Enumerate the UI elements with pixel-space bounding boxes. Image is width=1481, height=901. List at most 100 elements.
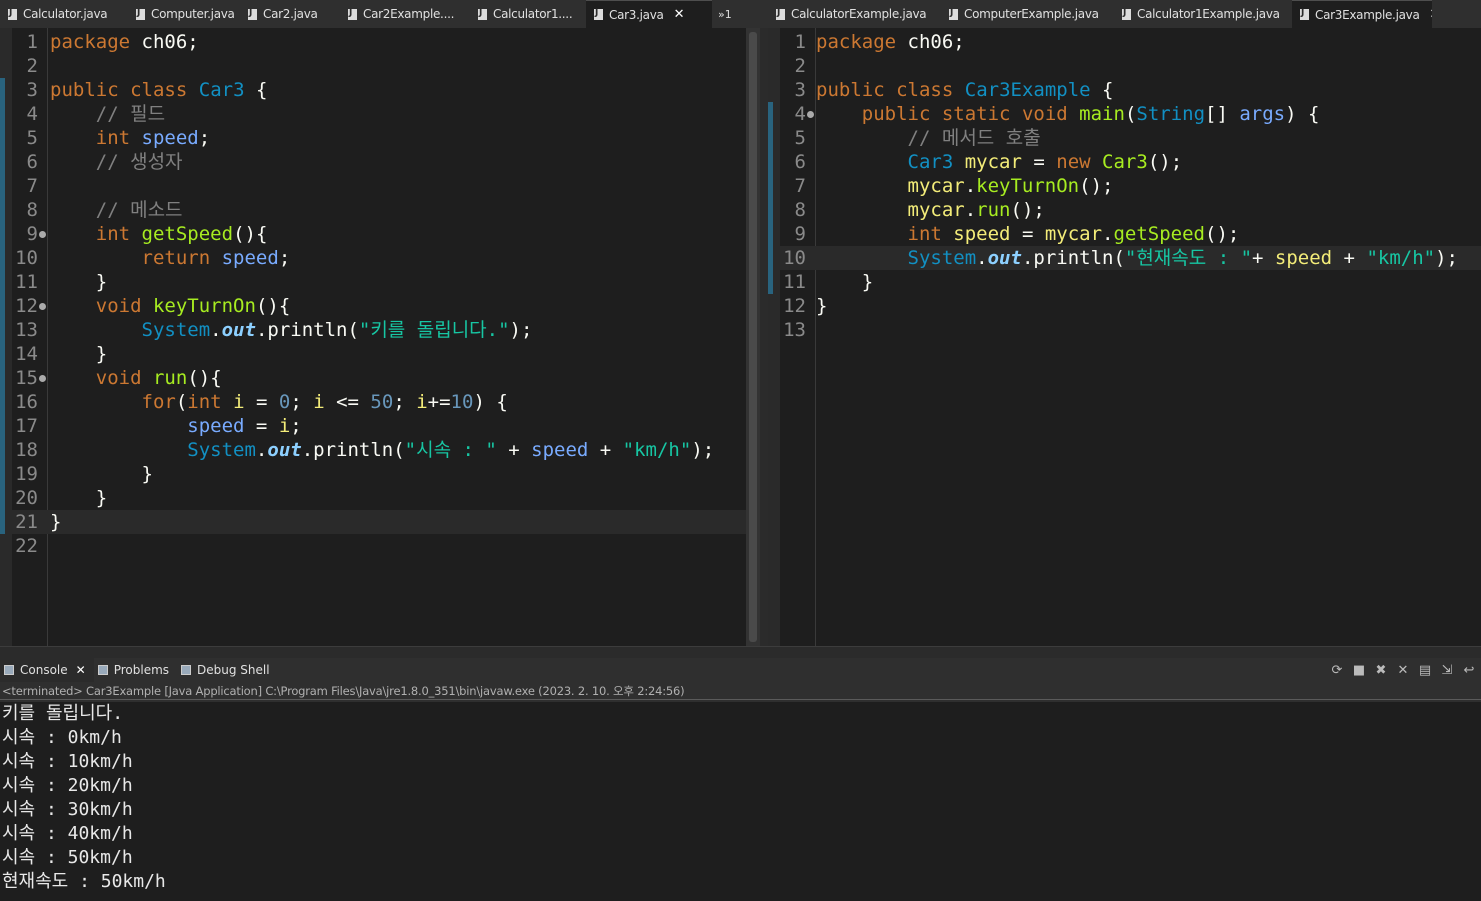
code-token: Car3Example <box>964 79 1091 101</box>
scroll-lock-icon[interactable]: ⇲ <box>1439 663 1455 678</box>
code-token: public <box>816 79 885 101</box>
editor-tab[interactable]: Calculator1Example.java <box>1114 0 1292 28</box>
fold-marker-icon[interactable] <box>39 231 46 238</box>
left-code-editor[interactable]: 1 package ch06; 2 3 public class Car3 {4 // … <box>0 28 746 646</box>
code-token: } <box>816 295 828 317</box>
left-editor-scrollbar[interactable] <box>746 28 760 646</box>
code-token: ch06; <box>896 31 965 53</box>
remove-launch-icon[interactable]: ✖ <box>1373 663 1389 678</box>
editor-splitter[interactable] <box>760 28 768 646</box>
code-token: // 생성자 <box>95 151 183 173</box>
clear-console-icon[interactable]: ▤ <box>1417 663 1433 678</box>
console-output-line: 시속 : 20km/h <box>2 775 133 796</box>
code-text: // 메소드 <box>50 198 183 222</box>
console-tab[interactable]: Debug Shell <box>177 658 278 682</box>
code-token: out <box>987 247 1022 269</box>
line-number: 1 <box>26 31 38 53</box>
close-icon[interactable]: ✕ <box>1430 7 1432 22</box>
code-token: .println( <box>255 319 359 341</box>
line-number: 20 <box>15 487 38 509</box>
code-token: ch06; <box>130 31 199 53</box>
editor-tab[interactable]: Computer.java <box>128 0 240 28</box>
code-text: mycar.keyTurnOn(); <box>816 174 1114 198</box>
code-token: (){ <box>187 367 222 389</box>
code-token: args <box>1239 103 1286 125</box>
code-line: 6 // 생성자 <box>0 150 746 174</box>
console-output[interactable]: 키를 돌립니다. 시속 : 0km/h 시속 : 10km/h 시속 : 20km/h… <box>0 702 1481 901</box>
line-number: 2 <box>26 55 38 77</box>
code-line: 5 int speed; <box>0 126 746 150</box>
line-number: 11 <box>15 271 38 293</box>
code-token: System <box>141 319 211 341</box>
code-token: "km/h" <box>622 439 692 461</box>
code-line: 12 void keyTurnOn(){ <box>0 294 746 318</box>
fold-marker-icon[interactable] <box>39 303 46 310</box>
code-token: speed <box>221 247 279 269</box>
left-scroll-thumb[interactable] <box>749 32 757 642</box>
code-token: // 필드 <box>95 103 166 125</box>
code-token: i <box>313 391 325 413</box>
code-token: int <box>187 391 222 413</box>
console-output-line: 시속 : 10km/h <box>2 751 133 772</box>
editor-tab[interactable]: Car2Example.... <box>340 0 470 28</box>
refresh-icon[interactable]: ⟳ <box>1329 663 1345 678</box>
code-token: speed <box>1274 247 1333 269</box>
code-token: out <box>267 439 302 461</box>
code-line: 12} <box>768 294 1481 318</box>
editor-tab[interactable]: Car2.java <box>240 0 340 28</box>
line-number: 8 <box>26 199 38 221</box>
close-icon[interactable]: ✕ <box>76 663 86 677</box>
editor-tab[interactable]: Calculator1.... <box>470 0 586 28</box>
editor-tab[interactable]: Car3Example.java ✕ <box>1292 0 1432 28</box>
fold-marker-icon[interactable] <box>807 111 814 118</box>
code-line: 10 System.out.println("현재속도 : "+ speed +… <box>768 246 1481 270</box>
code-line: 15 void run(){ <box>0 366 746 390</box>
word-wrap-icon[interactable]: ↩ <box>1461 663 1477 678</box>
code-token: { <box>244 79 268 101</box>
code-text: public class Car3 { <box>50 78 267 102</box>
more-tabs-icon[interactable]: »1 <box>712 0 732 28</box>
code-token: "키를 돌립니다." <box>358 319 510 341</box>
code-token: . <box>964 199 977 221</box>
remove-all-icon[interactable]: ✕ <box>1395 663 1411 678</box>
editor-tab-label: Car2Example.... <box>363 7 455 21</box>
code-text: package ch06; <box>50 30 199 54</box>
terminate-icon[interactable]: ■ <box>1351 663 1367 678</box>
code-token: . <box>964 175 977 197</box>
console-tab-label: Console <box>20 663 68 677</box>
editor-tab-label: Calculator1.... <box>493 7 573 21</box>
code-line: 7 mycar.keyTurnOn(); <box>768 174 1481 198</box>
code-line: 13 System.out.println("키를 돌립니다."); <box>0 318 746 342</box>
close-icon[interactable]: ✕ <box>674 7 685 22</box>
code-token: 50 <box>370 391 394 413</box>
editor-tab[interactable]: Calculator.java <box>0 0 128 28</box>
console-status-line: <terminated> Car3Example [Java Applicati… <box>0 682 1481 700</box>
line-number: 7 <box>794 175 806 197</box>
code-token: keyTurnOn <box>152 295 256 317</box>
console-tab[interactable]: Problems <box>94 658 177 682</box>
code-token: { <box>1090 79 1114 101</box>
code-token: = <box>244 415 279 437</box>
code-text: int speed = mycar.getSpeed(); <box>816 222 1240 246</box>
editor-tab-label: Computer.java <box>151 7 235 21</box>
code-text: Car3 mycar = new Car3(); <box>816 150 1183 174</box>
editor-tab[interactable]: ComputerExample.java <box>941 0 1114 28</box>
code-token: speed <box>953 223 1011 245</box>
line-number: 10 <box>15 247 38 269</box>
code-line: 4 public static void main(String[] args)… <box>768 102 1481 126</box>
code-text: void run(){ <box>50 366 222 390</box>
code-token: i <box>278 415 291 437</box>
console-tab[interactable]: Console ✕ <box>0 658 94 682</box>
fold-marker-icon[interactable] <box>39 375 46 382</box>
line-number: 12 <box>783 295 806 317</box>
editor-tab[interactable]: Car3.java ✕ <box>586 0 712 28</box>
right-code-editor[interactable]: 1 package ch06; 2 3 public class Car3Example… <box>768 28 1481 646</box>
editor-tab[interactable]: CalculatorExample.java <box>768 0 941 28</box>
